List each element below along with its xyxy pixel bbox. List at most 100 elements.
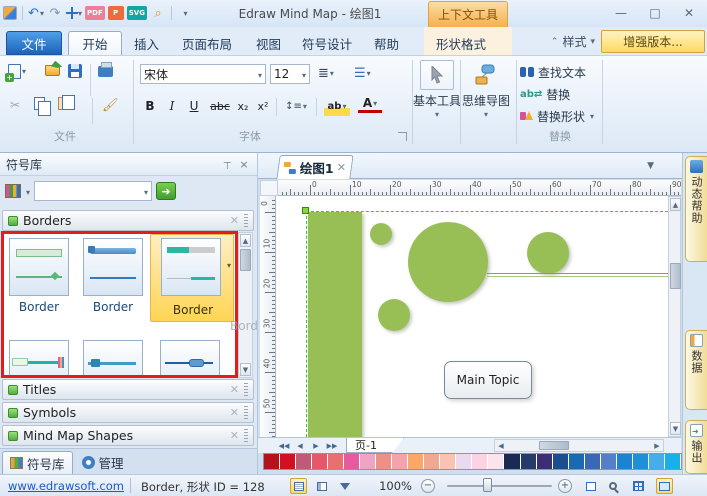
grip-icon[interactable]	[244, 383, 248, 396]
palette-swatch-0[interactable]	[264, 454, 280, 469]
palette-swatch-19[interactable]	[569, 454, 585, 469]
scroll-up-icon[interactable]: ▲	[670, 198, 681, 211]
scrollbar-thumb[interactable]	[539, 441, 569, 450]
grid-button[interactable]	[630, 478, 647, 494]
last-page-icon[interactable]: ▶▶	[325, 439, 339, 452]
chevron-down-icon[interactable]: ▾	[227, 261, 231, 270]
new-document-button[interactable]	[8, 64, 26, 79]
export-svg-icon[interactable]: SVG	[127, 6, 147, 20]
close-icon[interactable]	[237, 157, 251, 171]
palette-swatch-21[interactable]	[601, 454, 617, 469]
style-control[interactable]: ⌃ 样式 ▾	[551, 33, 595, 50]
green-line-bottom[interactable]	[487, 276, 668, 277]
library-icon[interactable]	[5, 184, 21, 198]
previous-page-icon[interactable]: ◀	[293, 439, 307, 452]
main-topic-shape[interactable]: Main Topic	[444, 361, 532, 399]
section-titles[interactable]: Titles ✕	[2, 379, 254, 400]
library-search-combo[interactable]	[34, 181, 152, 201]
font-size-combo[interactable]: 12	[270, 64, 310, 84]
palette-swatch-11[interactable]	[440, 454, 456, 469]
green-circle-small-bottom[interactable]	[378, 299, 410, 331]
border-item-4[interactable]	[9, 340, 69, 378]
scrollbar-thumb[interactable]	[670, 263, 681, 289]
maximize-button[interactable]: □	[641, 4, 669, 22]
palette-swatch-15[interactable]	[504, 454, 520, 469]
section-symbols[interactable]: Symbols ✕	[2, 402, 254, 423]
document-tab[interactable]: 绘图1 ✕	[276, 155, 353, 179]
green-line-top[interactable]	[487, 273, 668, 274]
tab-file[interactable]: 文件	[6, 31, 62, 55]
pin-icon[interactable]	[220, 157, 234, 171]
first-page-icon[interactable]: ◀◀	[277, 439, 291, 452]
green-rectangle-shape[interactable]	[308, 212, 362, 437]
save-button[interactable]	[68, 64, 82, 78]
page-view-button[interactable]	[313, 478, 330, 494]
underline-button[interactable]: U	[186, 96, 202, 116]
mind-map-button[interactable]: 思维导图 ▾	[463, 60, 509, 126]
presentation-view-button[interactable]	[336, 478, 353, 494]
tab-symbol-design[interactable]: 符号设计	[296, 31, 358, 55]
bullet-list-button[interactable]: ☰	[354, 66, 371, 81]
zoom-in-button[interactable]: +	[558, 479, 572, 493]
zoom-out-button[interactable]: −	[421, 479, 435, 493]
scroll-up-icon[interactable]: ▲	[240, 234, 251, 247]
paste-button[interactable]	[58, 97, 75, 110]
green-circle-large[interactable]	[408, 222, 488, 302]
highlight-button[interactable]: ab	[324, 96, 350, 116]
tab-view[interactable]: 视图	[250, 31, 287, 55]
close-icon[interactable]: ✕	[230, 429, 239, 442]
dialog-launcher-icon[interactable]	[398, 132, 407, 141]
line-spacing-button[interactable]: ↕≡	[282, 96, 310, 116]
chevron-down-icon[interactable]	[257, 67, 262, 81]
grip-icon[interactable]	[244, 429, 248, 442]
palette-swatch-23[interactable]	[633, 454, 649, 469]
subscript-button[interactable]: x₂	[234, 96, 252, 116]
replace-shape-button[interactable]: 替换形状	[520, 108, 594, 124]
undo-icon[interactable]: ↶	[28, 5, 44, 21]
border-item-1[interactable]	[9, 238, 69, 296]
strikethrough-button[interactable]: abc	[208, 96, 232, 116]
scroll-down-icon[interactable]: ▼	[240, 363, 251, 376]
page-tab[interactable]: 页-1	[346, 438, 404, 453]
tab-home[interactable]: 开始	[68, 31, 122, 55]
collapse-ribbon-icon[interactable]: ⌃	[551, 37, 559, 47]
redo-icon[interactable]: ↷	[47, 5, 63, 21]
tab-shape-format[interactable]: 形状格式	[430, 31, 492, 55]
border-item-2[interactable]	[83, 238, 143, 296]
border-item-3[interactable]	[161, 238, 221, 296]
style-label[interactable]: 样式	[562, 33, 586, 50]
palette-swatch-25[interactable]	[665, 454, 681, 469]
scrollbar-thumb[interactable]	[240, 249, 251, 271]
panel-scrollbar[interactable]: ▲ ▼	[238, 232, 253, 378]
pan-mode-button[interactable]	[656, 478, 673, 494]
search-go-button[interactable]: ➜	[156, 182, 176, 200]
palette-swatch-3[interactable]	[312, 454, 328, 469]
font-color-button[interactable]: A	[358, 96, 382, 113]
close-button[interactable]: ✕	[675, 4, 703, 22]
chevron-down-icon[interactable]	[143, 184, 148, 198]
palette-swatch-5[interactable]	[344, 454, 360, 469]
palette-swatch-8[interactable]	[392, 454, 408, 469]
zoom-region-button[interactable]	[604, 478, 621, 494]
fit-to-window-button[interactable]	[582, 478, 599, 494]
palette-swatch-12[interactable]	[456, 454, 472, 469]
palette-swatch-4[interactable]	[328, 454, 344, 469]
tab-symbol-library[interactable]: 符号库	[2, 451, 73, 474]
open-button[interactable]	[45, 65, 60, 76]
replace-button[interactable]: ab⇄ 替换	[520, 86, 570, 102]
upgrade-button[interactable]: 增强版本...	[601, 30, 705, 53]
palette-swatch-20[interactable]	[585, 454, 601, 469]
tab-dynamic-help[interactable]: 动态帮助	[685, 156, 707, 262]
scroll-down-icon[interactable]: ▼	[670, 422, 681, 435]
palette-swatch-6[interactable]	[360, 454, 376, 469]
green-circle-right[interactable]	[527, 232, 569, 274]
palette-swatch-22[interactable]	[617, 454, 633, 469]
tab-manage[interactable]: 管理	[75, 451, 131, 474]
copy-button[interactable]	[34, 97, 45, 110]
print-preview-icon[interactable]: ⌕	[150, 5, 166, 21]
minimize-button[interactable]: —	[607, 4, 635, 22]
bold-button[interactable]: B	[142, 96, 158, 116]
tab-page-layout[interactable]: 页面布局	[176, 31, 238, 55]
zoom-slider-thumb[interactable]	[483, 478, 492, 492]
normal-view-button[interactable]	[290, 478, 307, 494]
